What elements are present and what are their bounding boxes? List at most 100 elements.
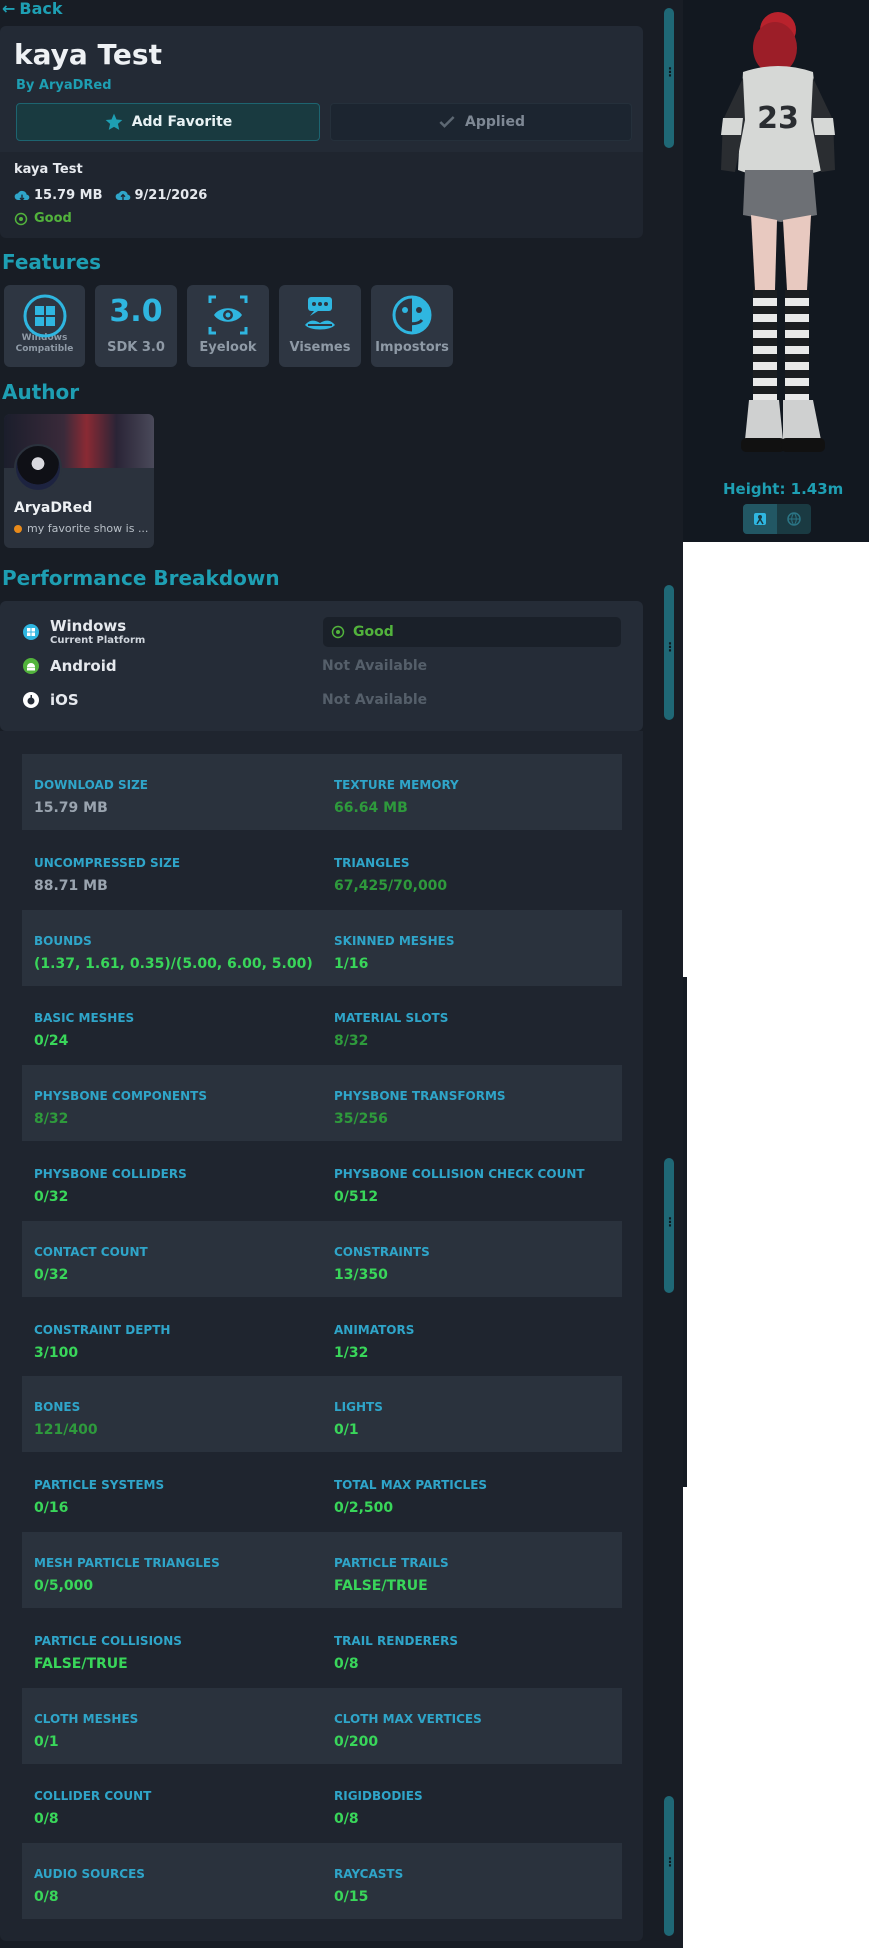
stat-value: 0/15 bbox=[334, 1889, 369, 1906]
performance-stats: DOWNLOAD SIZE 15.79 MB TEXTURE MEMORY 66.64… bbox=[0, 731, 643, 1941]
stat-cell: BOUNDS (1.37, 1.61, 0.35)/(5.00, 6.00, 5.… bbox=[22, 910, 322, 986]
stat-cell: BONES 121/400 bbox=[22, 1376, 322, 1452]
stat-label: BOUNDS bbox=[34, 933, 92, 948]
stat-cell: TRAIL RENDERERS 0/8 bbox=[322, 1610, 622, 1686]
stat-value: 0/512 bbox=[334, 1189, 379, 1205]
stat-cell: PHYSBONE COLLISION CHECK COUNT 0/512 bbox=[322, 1143, 622, 1219]
platform-android: Android bbox=[22, 657, 117, 675]
feature-windows: Windows Compatible bbox=[4, 285, 85, 367]
applied-button[interactable]: Applied bbox=[330, 103, 632, 141]
stat-row: UNCOMPRESSED SIZE 88.71 MB TRIANGLES 67,425… bbox=[22, 832, 622, 908]
stat-label: PARTICLE TRAILS bbox=[334, 1556, 449, 1570]
stat-label: PARTICLE SYSTEMS bbox=[34, 1478, 165, 1493]
stat-cell: CLOTH MAX VERTICES 0/200 bbox=[322, 1688, 622, 1764]
person-icon bbox=[754, 513, 766, 525]
stat-value: 0/16 bbox=[34, 1500, 69, 1517]
stat-cell: PARTICLE SYSTEMS 0/16 bbox=[22, 1454, 322, 1530]
scroll-grip-icon: ⋮ bbox=[664, 1215, 676, 1229]
stat-value: 88.71 MB bbox=[34, 877, 108, 894]
download-cloud-icon bbox=[14, 190, 30, 201]
author-link[interactable]: By AryaDRed bbox=[16, 78, 112, 93]
stat-value: 0/8 bbox=[334, 1811, 359, 1828]
stat-value: 121/400 bbox=[34, 1422, 98, 1439]
stat-label: RIGIDBODIES bbox=[334, 1789, 423, 1804]
stat-label: BASIC MESHES bbox=[34, 1011, 135, 1026]
stat-row: PHYSBONE COLLIDERS 0/32 PHYSBONE COLLISION… bbox=[22, 1143, 622, 1219]
stat-label: ANIMATORS bbox=[334, 1322, 415, 1337]
features-heading: Features bbox=[2, 250, 102, 274]
apple-icon bbox=[23, 692, 39, 708]
checkmark-icon bbox=[439, 116, 455, 128]
stat-cell: PARTICLE TRAILS FALSE/TRUE bbox=[322, 1532, 622, 1608]
star-icon bbox=[105, 113, 123, 130]
stat-cell: PHYSBONE COLLIDERS 0/32 bbox=[22, 1143, 322, 1219]
stat-cell: RIGIDBODIES 0/8 bbox=[322, 1765, 622, 1841]
stat-value: 13/350 bbox=[334, 1266, 388, 1283]
stat-label: MESH PARTICLE TRIANGLES bbox=[34, 1556, 220, 1570]
feature-label: Impostors bbox=[375, 340, 449, 355]
stat-value: 66.64 MB bbox=[334, 800, 408, 816]
windows-icon bbox=[23, 294, 66, 338]
performance-rating: Good bbox=[14, 211, 72, 226]
stat-row: BONES 121/400 LIGHTS 0/1 bbox=[22, 1376, 622, 1453]
stat-value: 0/8 bbox=[34, 1811, 59, 1828]
avatar-details-panel: ← Back kaya Test By AryaDRed Add Favorite… bbox=[0, 0, 683, 1948]
stat-row: COLLIDER COUNT 0/8 RIGIDBODIES 0/8 bbox=[22, 1765, 622, 1841]
stat-cell: RAYCASTS 0/15 bbox=[322, 1843, 622, 1919]
platform-windows: Windows Current Platform bbox=[22, 617, 145, 646]
author-name: AryaDRed bbox=[14, 500, 93, 516]
stat-cell: CONSTRAINTS 13/350 bbox=[322, 1221, 622, 1297]
stat-label: CONSTRAINT DEPTH bbox=[34, 1322, 171, 1337]
file-name: kaya Test bbox=[14, 162, 83, 177]
stat-row: MESH PARTICLE TRIANGLES 0/5,000 PARTICLE T… bbox=[22, 1532, 622, 1608]
sdk-icon: 3.0 bbox=[109, 294, 163, 329]
author-heading: Author bbox=[2, 380, 80, 404]
file-size: 15.79 MB bbox=[34, 188, 103, 203]
stat-row: DOWNLOAD SIZE 15.79 MB TEXTURE MEMORY 66.64… bbox=[22, 754, 622, 830]
stat-label: UNCOMPRESSED SIZE bbox=[34, 855, 181, 870]
impostor-icon bbox=[392, 295, 432, 335]
stat-value: 1/32 bbox=[334, 1344, 369, 1361]
stat-cell: BASIC MESHES 0/24 bbox=[22, 987, 322, 1063]
stat-cell: SKINNED MESHES 1/16 bbox=[322, 910, 622, 986]
stat-label: COLLIDER COUNT bbox=[34, 1789, 152, 1804]
android-rating: Not Available bbox=[322, 658, 428, 674]
back-link[interactable]: ← Back bbox=[2, 0, 63, 18]
stat-cell: LIGHTS 0/1 bbox=[322, 1376, 622, 1452]
feature-eyelook: Eyelook bbox=[187, 285, 269, 367]
stat-value: 8/32 bbox=[334, 1033, 369, 1050]
stat-cell: CONTACT COUNT 0/32 bbox=[22, 1221, 322, 1297]
stat-label: CLOTH MAX VERTICES bbox=[334, 1711, 482, 1726]
scroll-grip-icon: ⋮ bbox=[664, 1855, 676, 1869]
view-globe-button[interactable] bbox=[777, 504, 811, 534]
stat-label: CLOTH MESHES bbox=[34, 1711, 139, 1726]
divider bbox=[683, 977, 687, 1487]
avatar-preview-panel: 23 Height: 1.43m bbox=[683, 0, 869, 542]
feature-sdk: 3.0 SDK 3.0 bbox=[95, 285, 177, 367]
feature-label: Visemes bbox=[289, 340, 351, 355]
view-static-button[interactable] bbox=[743, 504, 777, 534]
stat-row: PHYSBONE COMPONENTS 8/32 PHYSBONE TRANSFOR… bbox=[22, 1065, 622, 1142]
avatar-height: Height: 1.43m bbox=[723, 480, 844, 498]
stat-value: (1.37, 1.61, 0.35)/(5.00, 6.00, 5.00) bbox=[34, 955, 313, 972]
add-favorite-button[interactable]: Add Favorite bbox=[16, 103, 320, 141]
stat-cell: MATERIAL SLOTS 8/32 bbox=[322, 987, 622, 1063]
stat-label: RAYCASTS bbox=[334, 1867, 404, 1882]
stat-value: 3/100 bbox=[34, 1344, 79, 1361]
platform-ios: iOS bbox=[22, 691, 79, 709]
upload-date: 9/21/2026 bbox=[134, 188, 208, 203]
feature-label: Eyelook bbox=[199, 340, 257, 355]
feature-visemes: Visemes bbox=[279, 285, 361, 367]
stat-row: CLOTH MESHES 0/1 CLOTH MAX VERTICES 0/200 bbox=[22, 1687, 622, 1764]
scroll-grip-icon: ⋮ bbox=[664, 65, 676, 79]
stat-label: CONSTRAINTS bbox=[334, 1244, 430, 1259]
eye-icon bbox=[208, 295, 248, 335]
stat-value: 0/32 bbox=[34, 1189, 69, 1205]
file-meta: 15.79 MB 9/21/2026 bbox=[14, 188, 219, 203]
stat-row: CONTACT COUNT 0/32 CONSTRAINTS 13/350 bbox=[22, 1220, 622, 1297]
windows-rating: Good bbox=[323, 617, 621, 647]
stat-value: FALSE/TRUE bbox=[34, 1655, 128, 1672]
stat-label: SKINNED MESHES bbox=[334, 933, 455, 948]
stat-value: 0/5,000 bbox=[34, 1578, 94, 1594]
author-card[interactable]: AryaDRed my favorite show is ... bbox=[4, 414, 154, 548]
